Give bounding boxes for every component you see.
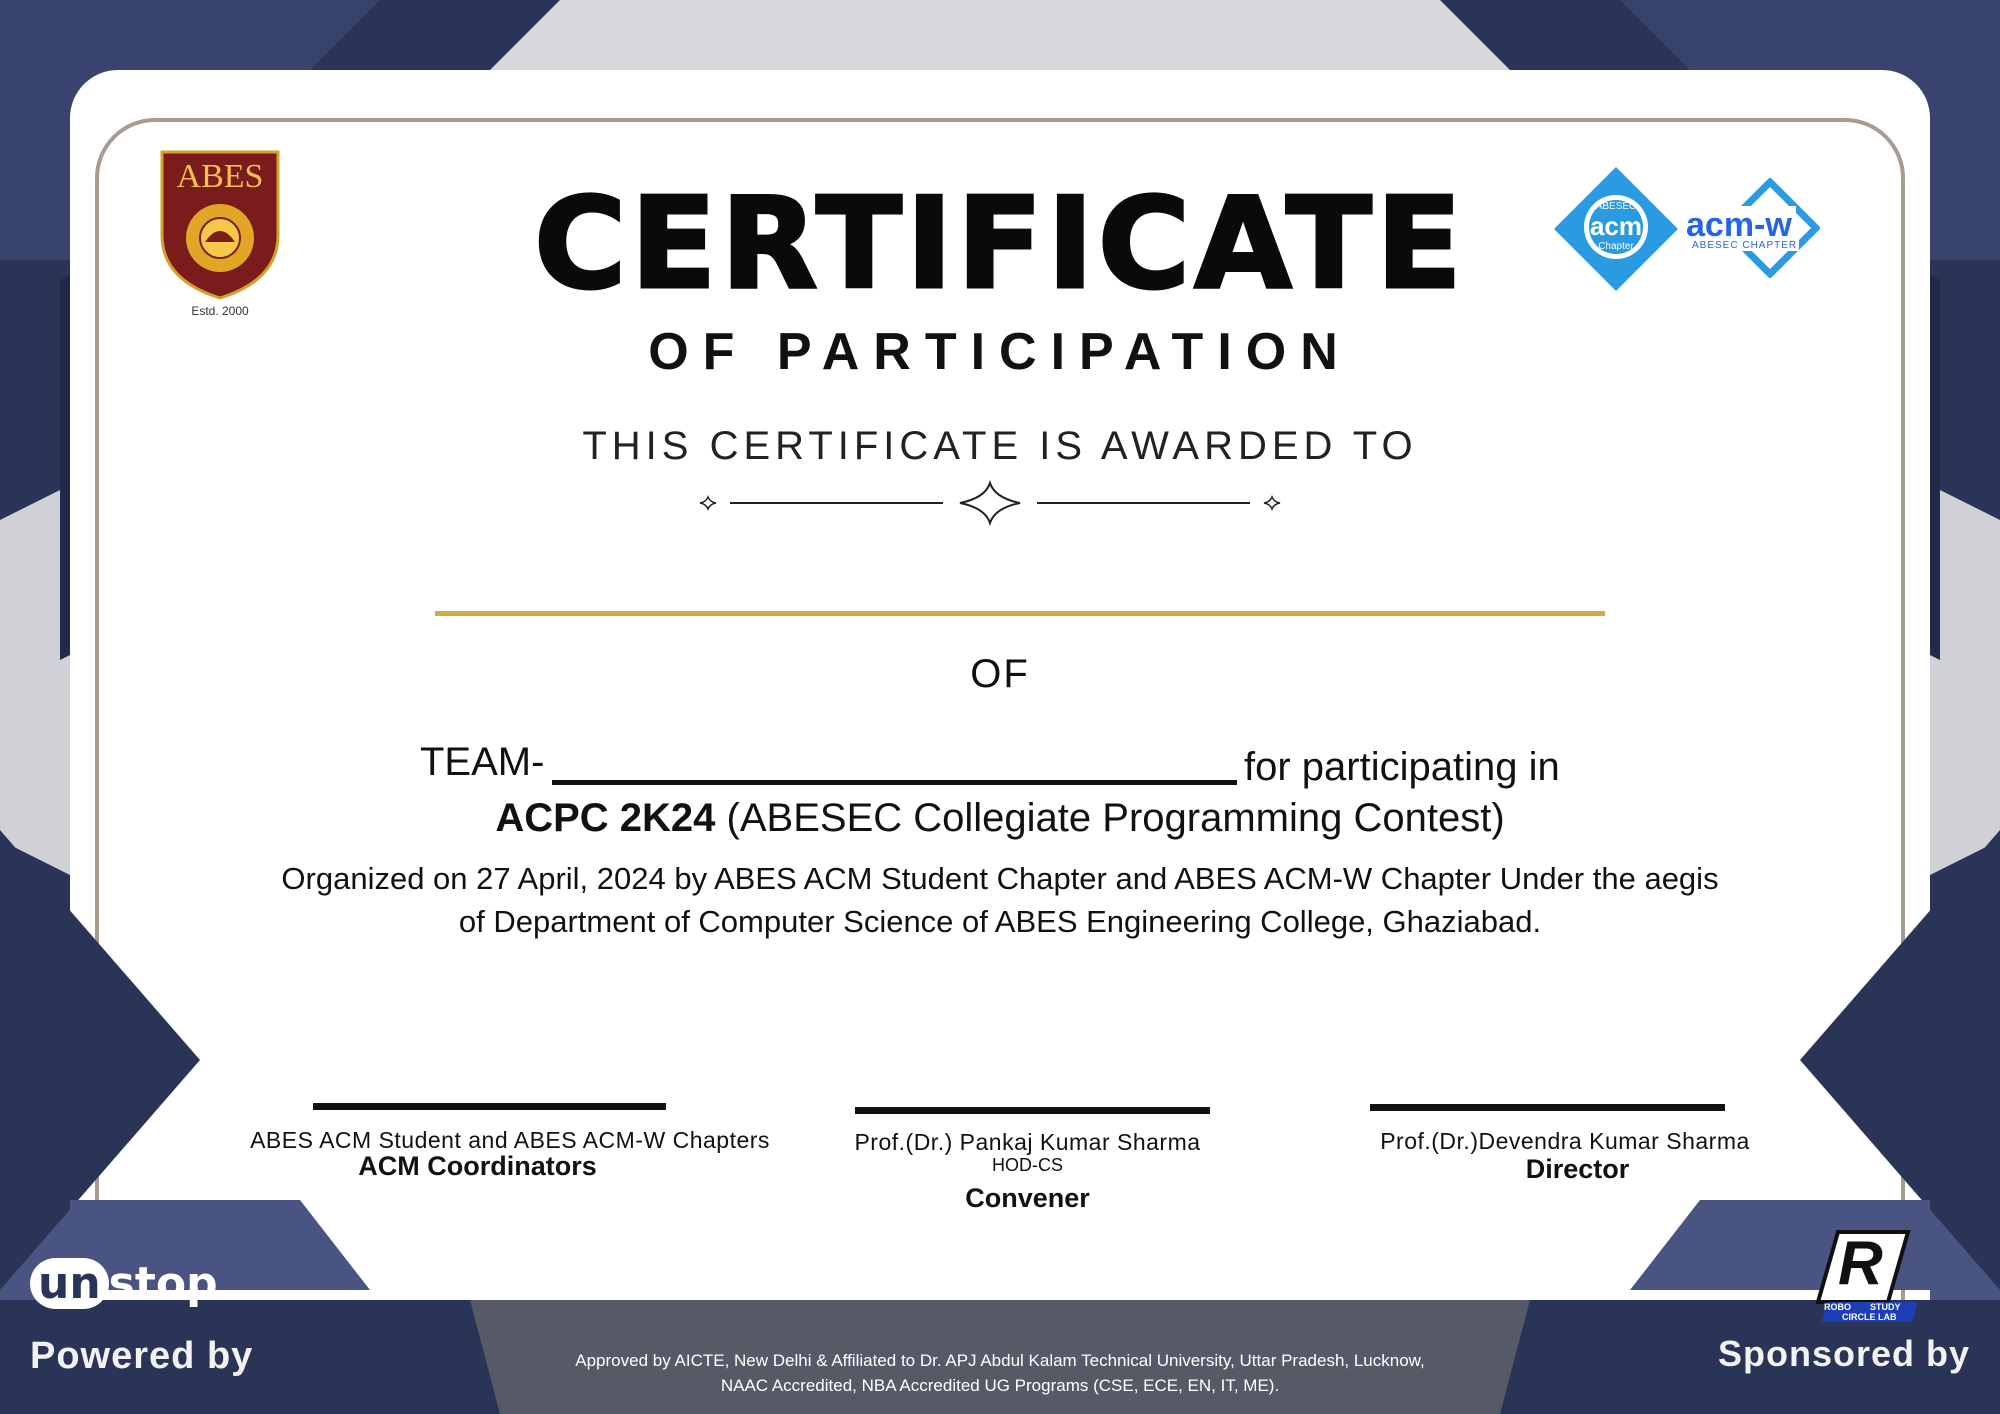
contest-line: ACPC 2K24 (ABESEC Collegiate Programming…	[0, 796, 2000, 841]
robo-study-circle-logo: R ROBO STUDY CIRCLE LAB	[1808, 1222, 1928, 1332]
signature-name-convener: Prof.(Dr.) Pankaj Kumar Sharma	[854, 1129, 1201, 1155]
signature-role-convener: Convener	[965, 1183, 1090, 1213]
organized-text: Organized on 27 April, 2024 by ABES ACM …	[200, 857, 1800, 943]
team-name-line	[552, 780, 1237, 785]
certificate-subtitle: OF PARTICIPATION	[648, 323, 1352, 381]
signature-name-coordinators: ABES ACM Student and ABES ACM-W Chapters	[250, 1127, 770, 1153]
signature-role-coordinators: ACM Coordinators	[358, 1151, 597, 1181]
signature-line-convener	[855, 1107, 1210, 1114]
contest-name: ACPC 2K24	[495, 796, 716, 840]
of-text: OF	[970, 652, 1030, 696]
unstop-logo-un: un	[30, 1258, 109, 1309]
signature-line-coordinators	[313, 1103, 666, 1110]
organized-line-2: of Department of Computer Science of ABE…	[458, 904, 1542, 939]
signature-sub-convener: HOD-CS	[992, 1155, 1063, 1175]
unstop-logo: un stop	[30, 1258, 218, 1309]
sponsored-by-text: Sponsored by	[1718, 1333, 1971, 1374]
powered-by-text: Powered by	[30, 1335, 254, 1377]
awarded-to-text: THIS CERTIFICATE IS AWARDED TO	[582, 424, 1418, 468]
signature-name-director: Prof.(Dr.)Devendra Kumar Sharma	[1380, 1128, 1750, 1154]
robo-logo-text-2: STUDY	[1870, 1302, 1901, 1312]
participating-text: for participating in	[1244, 745, 1560, 789]
accreditation-footer: Approved by AICTE, New Delhi & Affiliate…	[500, 1348, 1500, 1398]
contest-full-name: (ABESEC Collegiate Programming Contest)	[726, 796, 1505, 840]
organized-line-1: Organized on 27 April, 2024 by ABES ACM …	[281, 861, 1719, 896]
robo-logo-text-3: CIRCLE LAB	[1842, 1312, 1897, 1322]
robo-logo-text-1: ROBO	[1824, 1302, 1851, 1312]
robo-logo-letter: R	[1838, 1229, 1883, 1298]
unstop-logo-stop: stop	[108, 1258, 218, 1309]
certificate-title: CERTIFICATE	[533, 169, 1466, 319]
signature-line-director	[1370, 1104, 1725, 1111]
recipient-name-line	[435, 611, 1605, 616]
team-label: TEAM-	[420, 740, 545, 784]
footer-line-2: NAAC Accredited, NBA Accredited UG Progr…	[720, 1376, 1280, 1395]
footer-line-1: Approved by AICTE, New Delhi & Affiliate…	[575, 1351, 1425, 1370]
signature-role-director: Director	[1525, 1154, 1630, 1184]
ornament-divider	[699, 479, 1281, 527]
